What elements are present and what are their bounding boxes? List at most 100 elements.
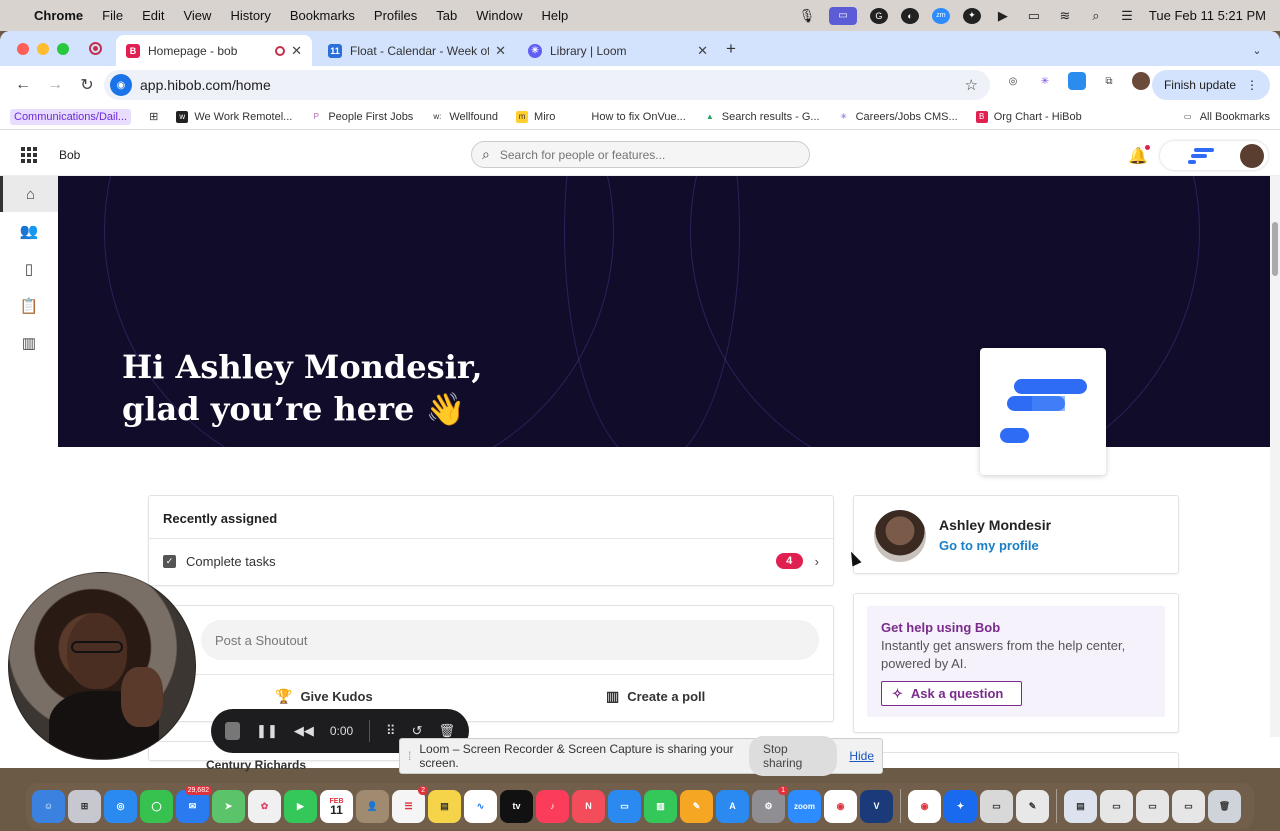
dock-calendar-icon[interactable]: FEB 11 bbox=[320, 789, 353, 823]
bookmark-onvue[interactable]: How to fix OnVue... bbox=[573, 111, 685, 123]
bookmark-wellfound[interactable]: w: Wellfound bbox=[431, 111, 498, 123]
complete-tasks-row[interactable]: ✓ Complete tasks 4 › bbox=[163, 551, 819, 571]
dock-trash-icon[interactable]: 🗑 bbox=[1208, 789, 1241, 823]
site-info-icon[interactable]: ◉ bbox=[110, 74, 132, 96]
tab-search-dropdown-icon[interactable]: ⌄ bbox=[1246, 39, 1268, 61]
nav-home-icon[interactable]: ⌂ bbox=[0, 176, 58, 212]
bookmark-org-chart[interactable]: B Org Chart - HiBob bbox=[975, 110, 1082, 123]
menu-edit[interactable]: Edit bbox=[142, 8, 164, 23]
menu-window[interactable]: Window bbox=[476, 8, 522, 23]
give-kudos-button[interactable]: 🏆 Give Kudos bbox=[275, 688, 373, 705]
restart-icon[interactable]: ↺ bbox=[412, 723, 423, 739]
screen-share-icon[interactable]: ▭ bbox=[828, 6, 857, 25]
finish-update-button[interactable]: Finish update ⋮ bbox=[1151, 70, 1270, 100]
back-button[interactable]: ← bbox=[10, 72, 36, 98]
dock-system-settings-icon[interactable]: ⚙ 1 bbox=[752, 785, 788, 823]
dock-freeform-icon[interactable]: ∿ bbox=[464, 789, 497, 823]
dock-pages-icon[interactable]: ✎ bbox=[680, 789, 713, 823]
menu-view[interactable]: View bbox=[183, 8, 211, 23]
dock-chrome-alt-icon[interactable]: ◉ bbox=[908, 789, 941, 823]
post-shoutout-input[interactable]: Post a Shoutout bbox=[201, 620, 819, 660]
dock-vpn-icon[interactable]: V bbox=[860, 789, 893, 823]
dock-news-icon[interactable]: N bbox=[572, 789, 605, 823]
ask-a-question-button[interactable]: ✧ Ask a question bbox=[881, 681, 1022, 706]
dock-textedit-icon[interactable]: ✎ bbox=[1016, 789, 1049, 823]
user-avatar[interactable] bbox=[1240, 143, 1264, 168]
menu-history[interactable]: History bbox=[230, 8, 270, 23]
zoom-menubar-icon[interactable]: zm bbox=[931, 7, 950, 24]
extension-puzzle-badge-icon[interactable]: ✳ bbox=[1036, 72, 1054, 90]
app-launcher-icon[interactable] bbox=[21, 146, 37, 163]
dock-messages-icon[interactable]: ◯ bbox=[140, 789, 173, 823]
bookmark-star-icon[interactable]: ☆ bbox=[965, 76, 978, 94]
menu-bookmarks[interactable]: Bookmarks bbox=[290, 8, 355, 23]
dock-launchpad-icon[interactable]: ⊞ bbox=[68, 789, 101, 823]
dock-numbers-icon[interactable]: ▥ bbox=[644, 789, 677, 823]
bookmark-search-results[interactable]: ▲ Search results - G... bbox=[704, 111, 820, 123]
grammarly-icon[interactable]: G bbox=[869, 7, 888, 24]
dock-apple-tv-icon[interactable]: tv bbox=[500, 789, 533, 823]
nav-people-icon[interactable]: 👥 bbox=[0, 213, 58, 249]
nav-documents-icon[interactable]: ▯ bbox=[0, 251, 58, 287]
control-center-icon[interactable]: ☰ bbox=[1118, 8, 1136, 24]
dock-notes-icon[interactable]: ▤ bbox=[428, 789, 461, 823]
loom-webcam-bubble[interactable] bbox=[8, 572, 196, 760]
close-window-button[interactable] bbox=[17, 43, 29, 55]
drag-handle-icon[interactable]: ⠿ bbox=[386, 723, 396, 739]
menu-file[interactable]: File bbox=[102, 8, 123, 23]
minimize-window-button[interactable] bbox=[37, 43, 49, 55]
stop-recording-button[interactable] bbox=[225, 722, 241, 740]
search-input[interactable] bbox=[499, 147, 799, 162]
play-circle-icon[interactable]: ▶ bbox=[994, 8, 1012, 24]
bookmark-we-work-remotely[interactable]: w We Work Remotel... bbox=[176, 110, 292, 123]
url-text[interactable]: app.hibob.com/home bbox=[140, 77, 271, 93]
nav-analytics-icon[interactable]: ▥ bbox=[0, 325, 58, 361]
close-tab-icon[interactable]: ✕ bbox=[291, 43, 302, 59]
pause-icon[interactable]: ❚❚ bbox=[256, 723, 278, 739]
drag-grip-icon[interactable]: ⁞ bbox=[408, 749, 411, 763]
chevron-right-icon[interactable]: › bbox=[815, 554, 819, 569]
battery-icon[interactable]: ▭ bbox=[1025, 8, 1043, 24]
dock-photos-icon[interactable]: ✿ bbox=[248, 789, 281, 823]
menu-profiles[interactable]: Profiles bbox=[374, 8, 417, 23]
people-search[interactable]: ⌕ bbox=[471, 141, 810, 168]
stop-sharing-button[interactable]: Stop sharing bbox=[748, 736, 838, 776]
dock-safari-icon[interactable]: ◎ bbox=[104, 789, 137, 823]
menubar-clock[interactable]: Tue Feb 11 5:21 PM bbox=[1149, 8, 1266, 23]
dock-downloads-icon[interactable]: ▤ bbox=[1064, 789, 1097, 823]
chrome-profile-avatar[interactable] bbox=[1132, 72, 1150, 90]
dock-contacts-icon[interactable]: 👤 bbox=[356, 789, 389, 823]
notifications-bell-icon[interactable]: 🔔 bbox=[1128, 145, 1150, 166]
microphone-icon[interactable]: 🎙 bbox=[798, 8, 816, 24]
menu-app-name[interactable]: Chrome bbox=[34, 8, 83, 23]
bookmark-communications[interactable]: Communications/Dail... bbox=[10, 108, 132, 125]
menu-tab[interactable]: Tab bbox=[436, 8, 457, 23]
bookmark-careers-cms[interactable]: ✳ Careers/Jobs CMS... bbox=[838, 111, 957, 123]
tab-homepage-bob[interactable]: B Homepage - bob ✕ bbox=[116, 35, 312, 66]
dock-app-store-icon[interactable]: A bbox=[716, 789, 749, 823]
extension-screen-icon[interactable] bbox=[1068, 72, 1086, 90]
reload-button[interactable]: ↻ bbox=[74, 72, 100, 98]
dock-maps-icon[interactable]: ➤ bbox=[212, 789, 245, 823]
dock-keynote-icon[interactable]: ▭ bbox=[608, 789, 641, 823]
messenger-icon[interactable]: ✦ bbox=[962, 7, 981, 24]
forward-button[interactable]: → bbox=[42, 72, 68, 98]
create-poll-button[interactable]: ▥ Create a poll bbox=[606, 688, 705, 705]
trash-icon[interactable]: 🗑 bbox=[438, 723, 455, 739]
dock-messenger-icon[interactable]: ✦ bbox=[944, 789, 977, 823]
dock-mail-icon[interactable]: ✉ 29,682 bbox=[176, 785, 212, 823]
nav-tasks-clipboard-icon[interactable]: 📋 bbox=[0, 288, 58, 324]
dock-music-icon[interactable]: ♪ bbox=[536, 789, 569, 823]
rewind-icon[interactable]: ◀◀ bbox=[294, 723, 314, 739]
dock-reminders-icon[interactable]: ☰ 2 bbox=[392, 785, 428, 823]
dock-facetime-icon[interactable]: ▶ bbox=[284, 789, 317, 823]
profile-avatar[interactable] bbox=[874, 510, 926, 562]
go-to-my-profile-link[interactable]: Go to my profile bbox=[939, 538, 1039, 553]
address-bar[interactable]: ◉ app.hibob.com/home ☆ bbox=[104, 70, 990, 100]
wifi-icon[interactable]: ≋ bbox=[1056, 8, 1074, 24]
tab-float-calendar[interactable]: 11 Float - Calendar - Week of Fe ✕ bbox=[318, 35, 516, 66]
dock-finder-icon[interactable]: ☺ bbox=[32, 789, 65, 823]
all-bookmarks[interactable]: ▭ All Bookmarks bbox=[1182, 111, 1270, 123]
fullscreen-window-button[interactable] bbox=[57, 43, 69, 55]
new-tab-button[interactable]: + bbox=[726, 39, 736, 59]
